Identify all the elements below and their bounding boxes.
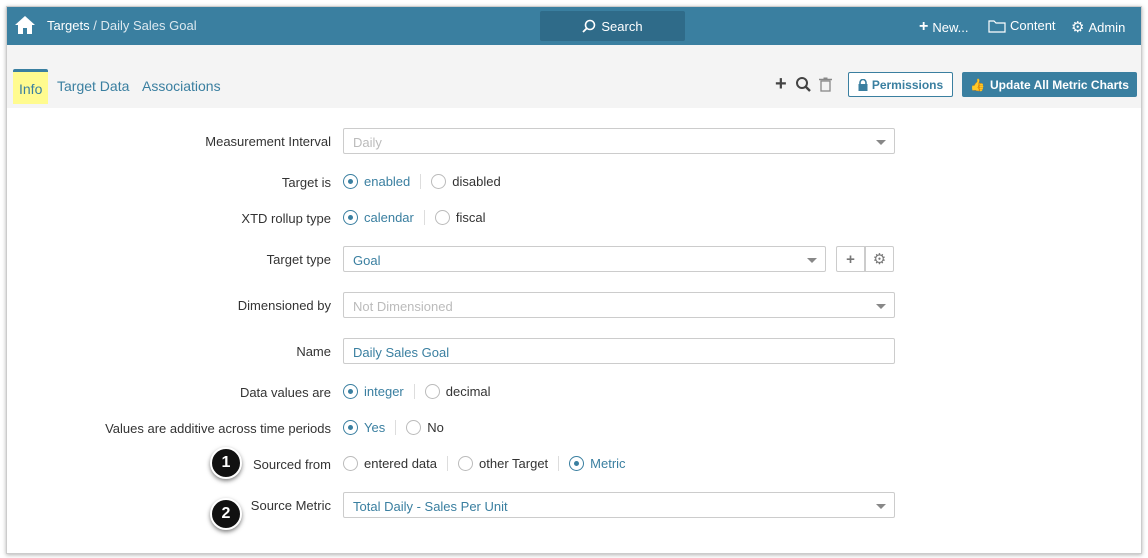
home-icon[interactable] xyxy=(14,15,36,38)
breadcrumb-separator: / xyxy=(89,18,101,33)
source-metric-select[interactable]: Total Daily - Sales Per Unit xyxy=(343,492,895,518)
gear-icon: ⚙ xyxy=(872,251,887,268)
measurement-interval-select[interactable]: Daily xyxy=(343,128,895,154)
radio-disabled[interactable]: disabled xyxy=(420,174,510,189)
plus-icon: + xyxy=(846,250,855,268)
label: Data values are xyxy=(239,385,331,400)
radio-no[interactable]: No xyxy=(395,420,454,435)
row-target-type: Target type Goal + ⚙ xyxy=(7,246,1141,272)
app-window: Targets / Daily Sales Goal Search + New..… xyxy=(6,6,1142,554)
dimensioned-by-select[interactable]: Not Dimensioned xyxy=(343,292,895,318)
label: Values are additive across time periods xyxy=(105,421,331,436)
trash-icon[interactable] xyxy=(818,77,832,92)
new-button[interactable]: + New... xyxy=(919,18,968,36)
search-icon xyxy=(582,19,596,33)
target-type-select[interactable]: Goal xyxy=(343,246,826,272)
content-label: Content xyxy=(1010,18,1056,33)
row-source-metric: Source Metric Total Daily - Sales Per Un… xyxy=(7,492,1141,518)
row-dimensioned-by: Dimensioned by Not Dimensioned xyxy=(7,292,1141,318)
label: Target type xyxy=(266,252,331,267)
tab-bar: Info Target Data Associations + Permissi… xyxy=(7,45,1141,108)
radio-decimal[interactable]: decimal xyxy=(413,384,501,399)
breadcrumb-targets[interactable]: Targets xyxy=(47,18,90,33)
row-xtd-rollup: XTD rollup type calendar fiscal xyxy=(7,205,1141,231)
row-data-values: Data values are integer decimal xyxy=(7,379,1141,405)
row-target-is: Target is enabled disabled xyxy=(7,169,1141,195)
radio-enabled[interactable]: enabled xyxy=(343,174,420,189)
update-all-metric-charts-button[interactable]: 👍 Update All Metric Charts xyxy=(962,72,1137,97)
row-name: Name Daily Sales Goal xyxy=(7,338,1141,364)
radio-yes[interactable]: Yes xyxy=(343,420,395,435)
top-nav: Targets / Daily Sales Goal Search + New..… xyxy=(7,7,1141,45)
chevron-down-icon xyxy=(876,304,886,309)
value: Daily Sales Goal xyxy=(353,345,450,360)
thumbs-up-icon: 👍 xyxy=(970,77,986,92)
permissions-button[interactable]: Permissions xyxy=(848,72,953,97)
radio-entered-data[interactable]: entered data xyxy=(343,456,447,471)
radio-other-target[interactable]: other Target xyxy=(447,456,558,471)
name-input[interactable]: Daily Sales Goal xyxy=(343,338,895,364)
radio-calendar[interactable]: calendar xyxy=(343,210,424,225)
value: Total Daily - Sales Per Unit xyxy=(353,499,508,514)
gear-icon: ⚙ xyxy=(1071,19,1085,36)
lock-icon xyxy=(858,78,868,91)
chevron-down-icon xyxy=(807,258,817,263)
search-button[interactable]: Search xyxy=(540,11,685,41)
target-type-settings-button[interactable]: ⚙ xyxy=(865,246,894,272)
folder-icon xyxy=(988,19,1006,33)
chevron-down-icon xyxy=(876,140,886,145)
search-label: Search xyxy=(601,18,643,34)
breadcrumb: Targets / Daily Sales Goal xyxy=(47,18,197,33)
admin-label: Admin xyxy=(1088,19,1126,35)
radio-integer[interactable]: integer xyxy=(343,384,414,399)
search-icon[interactable] xyxy=(795,76,811,92)
row-additive: Values are additive across time periods … xyxy=(7,415,1141,441)
radio-fiscal[interactable]: fiscal xyxy=(423,210,496,225)
plus-icon: + xyxy=(919,18,929,35)
row-sourced-from: Sourced from entered data other Target Met… xyxy=(7,451,1141,477)
label: Name xyxy=(296,344,331,359)
value: Goal xyxy=(353,253,381,268)
label: XTD rollup type xyxy=(241,211,331,226)
breadcrumb-current: Daily Sales Goal xyxy=(100,18,197,33)
permissions-label: Permissions xyxy=(871,77,944,92)
label: Source Metric xyxy=(250,498,331,513)
label: Target is xyxy=(281,175,331,190)
label: Dimensioned by xyxy=(237,298,331,313)
tab-associations[interactable]: Associations xyxy=(142,78,221,94)
new-label: New... xyxy=(932,19,969,35)
row-measurement-interval: Measurement Interval Daily xyxy=(7,128,1141,154)
value: Daily xyxy=(353,135,382,150)
label: Sourced from xyxy=(252,457,331,472)
callout-badge-1: 1 xyxy=(210,447,242,479)
add-icon[interactable]: + xyxy=(775,74,787,94)
tab-target-data[interactable]: Target Data xyxy=(57,78,129,94)
update-label: Update All Metric Charts xyxy=(990,77,1129,92)
chevron-down-icon xyxy=(876,504,886,509)
add-target-type-button[interactable]: + xyxy=(836,246,865,272)
admin-button[interactable]: ⚙ Admin xyxy=(1071,18,1125,36)
radio-metric[interactable]: Metric xyxy=(558,456,635,471)
value: Not Dimensioned xyxy=(353,299,453,314)
callout-badge-2: 2 xyxy=(210,498,242,530)
tab-info[interactable]: Info xyxy=(13,69,49,104)
label: Measurement Interval xyxy=(205,134,331,149)
content-button[interactable]: Content xyxy=(988,18,1056,33)
